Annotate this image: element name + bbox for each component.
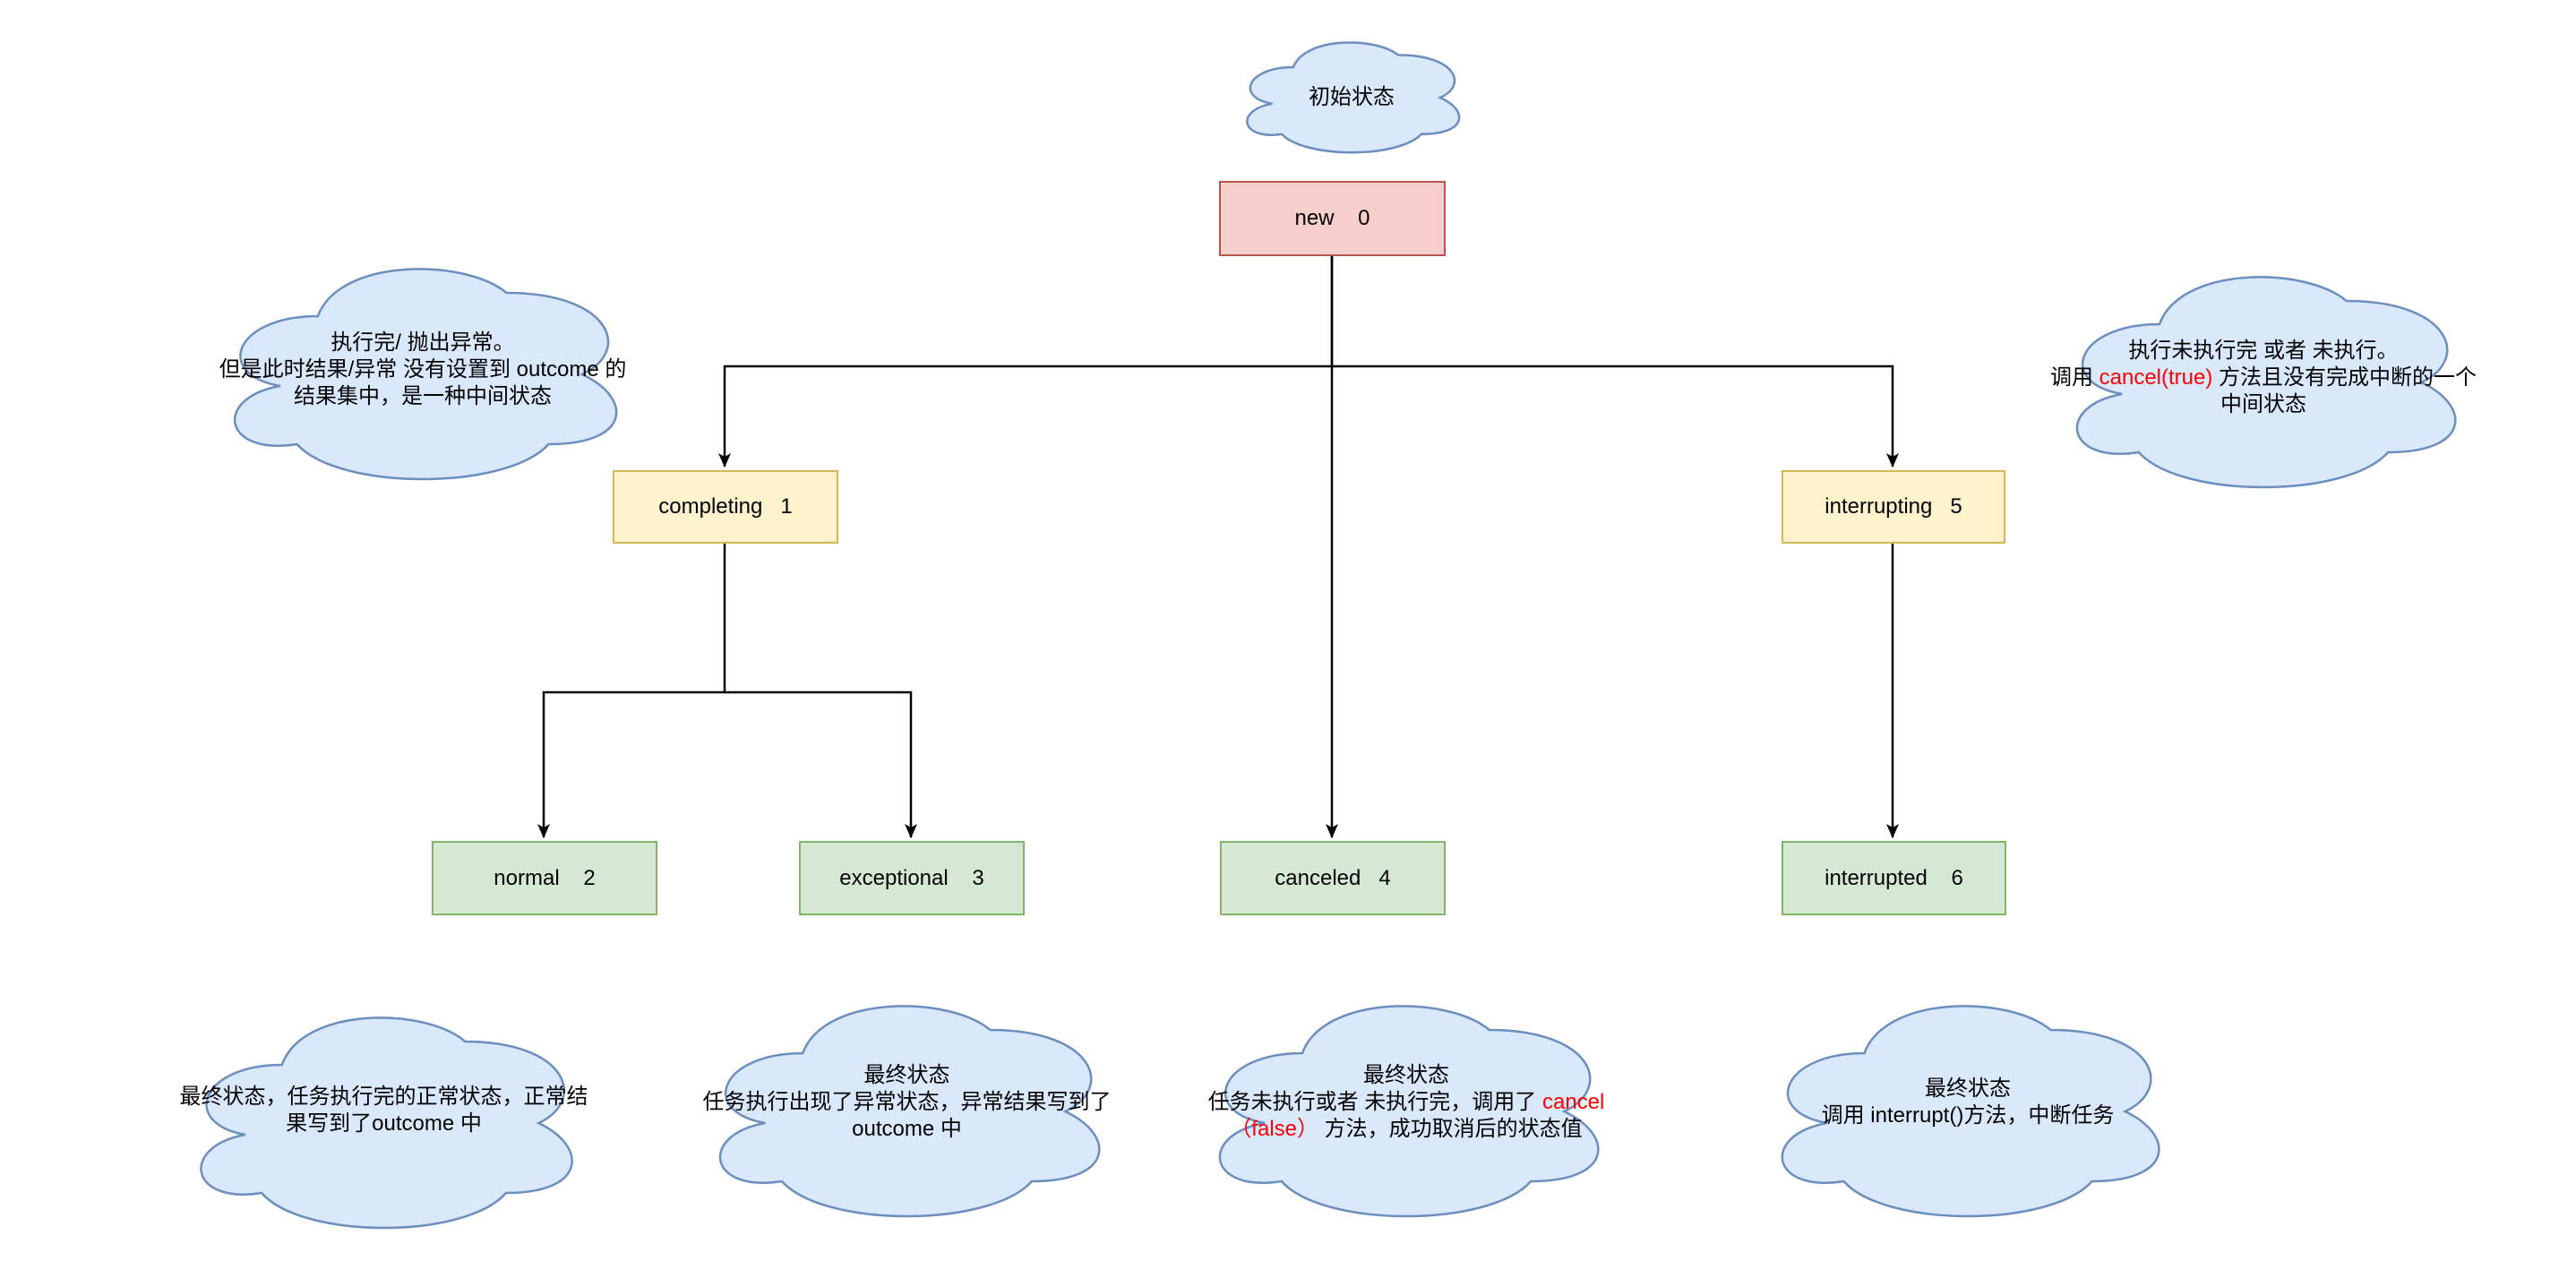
state-completing[interactable]: completing 1: [613, 470, 838, 544]
edge-completing-normal: [537, 544, 726, 838]
state-normal-label: normal 2: [494, 865, 596, 890]
state-new-label: new 0: [1294, 206, 1370, 230]
cloud-shape-canceled: [1218, 1005, 1600, 1218]
cloud-shape-normal: [200, 1017, 573, 1230]
state-normal[interactable]: normal 2: [432, 841, 657, 915]
cloud-shape-interrupting: [2075, 276, 2457, 489]
state-exceptional[interactable]: exceptional 3: [799, 841, 1025, 915]
state-interrupting[interactable]: interrupting 5: [1782, 470, 2005, 544]
state-exceptional-label: exceptional 3: [839, 865, 984, 890]
edge-new-completing: [718, 256, 1334, 468]
edge-completing-exceptional: [725, 691, 917, 838]
cloud-shape-interrupted: [1781, 1005, 2160, 1218]
state-interrupted[interactable]: interrupted 6: [1782, 841, 2006, 915]
state-interrupting-label: interrupting 5: [1825, 494, 1962, 519]
state-completing-label: completing 1: [658, 494, 793, 519]
state-canceled[interactable]: canceled 4: [1220, 841, 1446, 915]
state-interrupted-label: interrupted 6: [1825, 865, 1963, 890]
edge-new-interrupting: [1332, 365, 1899, 468]
cloud-shape-initial: [1246, 41, 1461, 154]
state-canceled-label: canceled 4: [1275, 865, 1391, 890]
cloud-shape-completing: [233, 268, 618, 481]
cloud-shape-exceptional: [718, 1005, 1101, 1218]
state-new[interactable]: new 0: [1219, 181, 1446, 256]
